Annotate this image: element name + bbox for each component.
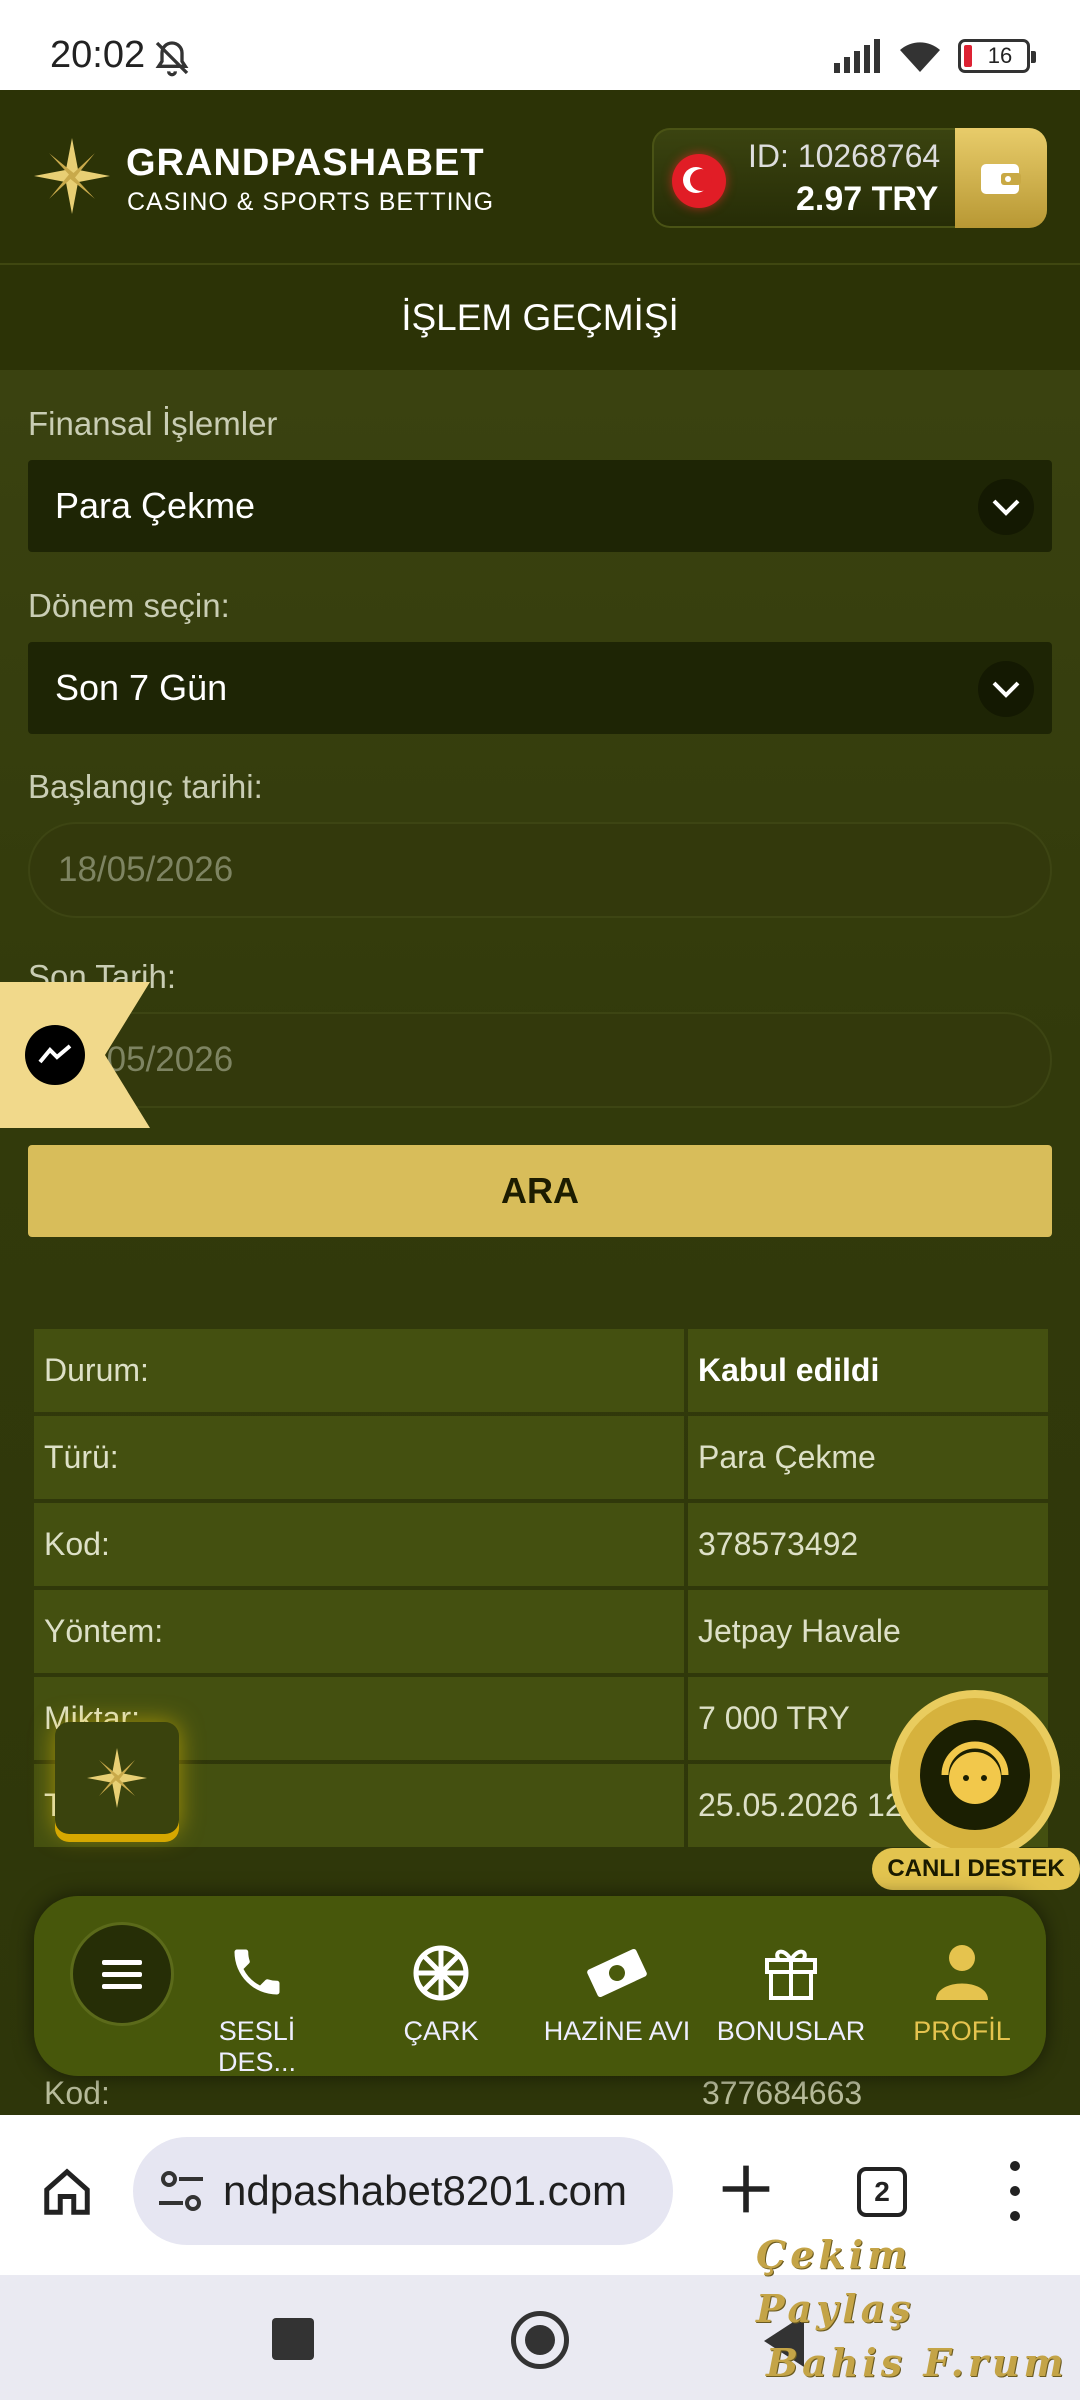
account-balance: 2.97 TRY [796, 180, 939, 218]
more-options-icon[interactable] [1000, 2161, 1030, 2221]
gift-icon [765, 1949, 817, 2000]
tab-switcher-button[interactable]: 2 [857, 2167, 907, 2217]
transaction-type-value: Para Çekme [55, 485, 256, 526]
bottom-navigation: SESLİ DES... ÇARK HAZİNE AVI BONUSLAR PR… [34, 1896, 1046, 2078]
period-select[interactable]: Son 7 Gün [28, 642, 1052, 734]
search-button[interactable]: ARA [28, 1145, 1052, 1237]
account-panel[interactable]: ID: 10268764 2.97 TRY [652, 128, 1047, 228]
home-icon[interactable] [40, 2165, 94, 2219]
treasure-icon [587, 1948, 647, 1998]
transaction-type-select[interactable]: Para Çekme [28, 460, 1052, 552]
nav-label: HAZİNE AVI [543, 2016, 691, 2046]
end-date-input[interactable]: 25/05/2026 [28, 1012, 1052, 1108]
wallet-button[interactable] [955, 128, 1047, 228]
status-bar: 20:02 16 [0, 0, 1080, 90]
start-date-label: Başlangıç tarihi: [28, 768, 263, 805]
brand-tagline: CASINO & SPORTS BETTING [127, 188, 495, 216]
support-agent-icon [920, 1720, 1030, 1830]
chevron-down-icon [978, 661, 1034, 717]
account-id: ID: 10268764 [748, 138, 941, 174]
nav-label: PROFİL [913, 2016, 1011, 2046]
turkey-flag-icon [672, 154, 726, 208]
nav-profile[interactable]: PROFİL [887, 1932, 1037, 2047]
battery-icon: 16 [958, 39, 1036, 73]
nav-label: BONUSLAR [716, 2016, 866, 2046]
site-header: GRANDPASHABET CASINO & SPORTS BETTING ID… [0, 90, 1080, 265]
wallet-icon [981, 164, 1021, 194]
user-icon [936, 1945, 988, 2000]
row-key: Türü: [34, 1416, 684, 1499]
table-row: Durum: Kabul edildi [34, 1329, 1048, 1412]
nav-treasure-hunt[interactable]: HAZİNE AVI [542, 1932, 692, 2047]
table-row: Yöntem: Jetpay Havale [34, 1590, 1048, 1673]
transaction-type-label: Finansal İşlemler [28, 405, 278, 442]
status-time: 20:02 [50, 34, 146, 76]
menu-button[interactable] [70, 1922, 174, 2026]
wifi-icon [900, 42, 940, 72]
nav-wheel[interactable]: ÇARK [366, 1932, 516, 2047]
next-row-key: Kod: [44, 2075, 110, 2111]
wheel-icon [413, 1945, 469, 2001]
new-tab-icon[interactable] [718, 2161, 774, 2217]
nav-voice-support[interactable]: SESLİ DES... [182, 1932, 332, 2078]
recents-button[interactable] [272, 2318, 314, 2360]
live-support-button[interactable] [890, 1690, 1060, 1860]
next-row-value: 377684663 [702, 2075, 863, 2111]
nav-bonuses[interactable]: BONUSLAR [716, 1932, 866, 2047]
row-key: Yöntem: [34, 1590, 684, 1673]
period-label: Dönem seçin: [28, 587, 230, 624]
watermark-line-2: Bahis F.rum [766, 2340, 1068, 2385]
brand-name: GRANDPASHABET [126, 142, 485, 184]
nav-label: ÇARK [403, 2016, 479, 2046]
row-value: Jetpay Havale [688, 1590, 1048, 1673]
battery-level: 16 [987, 43, 1013, 68]
site-settings-icon[interactable] [157, 2169, 205, 2213]
live-support-label[interactable]: CANLI DESTEK [872, 1848, 1080, 1890]
logo-star-icon[interactable] [34, 138, 110, 214]
start-date-input[interactable]: 18/05/2026 [28, 822, 1052, 918]
period-value: Son 7 Gün [55, 667, 228, 708]
star-icon [87, 1748, 147, 1808]
row-key: Durum: [34, 1329, 684, 1412]
hamburger-icon [102, 1960, 142, 1989]
phone-icon [234, 1949, 280, 1995]
table-row: Türü: Para Çekme [34, 1416, 1048, 1499]
row-value: 378573492 [688, 1503, 1048, 1586]
forum-watermark: Çekim Paylaş Bahis F.rum [756, 2228, 1076, 2390]
nav-label: SESLİ DES... [217, 2016, 297, 2077]
status-value: Kabul edildi [688, 1329, 1048, 1412]
messenger-icon[interactable] [25, 1025, 85, 1085]
row-key: Kod: [34, 1503, 684, 1586]
bell-off-icon [155, 41, 189, 77]
table-row: Kod: 378573492 [34, 1503, 1048, 1586]
watermark-line-1: Çekim Paylaş [756, 2232, 915, 2331]
star-fab-button[interactable] [55, 1722, 179, 1834]
page-title: İŞLEM GEÇMİŞİ [0, 265, 1080, 370]
url-text: ndpashabet8201.com [223, 2167, 627, 2214]
home-button[interactable] [511, 2311, 569, 2369]
signal-icon [834, 39, 880, 73]
chevron-down-icon [978, 479, 1034, 535]
address-bar[interactable]: ndpashabet8201.com [133, 2137, 673, 2245]
row-value: Para Çekme [688, 1416, 1048, 1499]
